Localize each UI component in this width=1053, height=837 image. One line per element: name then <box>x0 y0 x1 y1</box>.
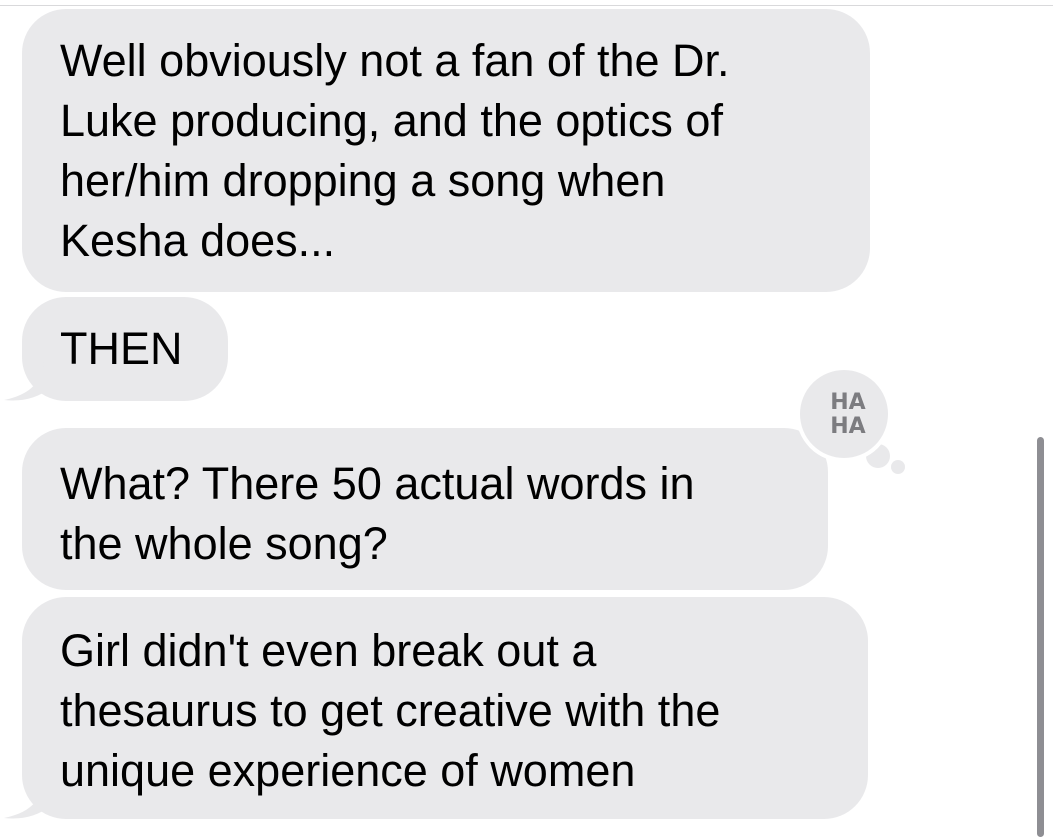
message-bubble[interactable]: Girl didn't even break out a thesaurus t… <box>22 597 868 819</box>
haha-icon: HA HA <box>796 366 892 462</box>
tapback-tail-dot <box>891 460 905 474</box>
scrollbar[interactable] <box>1037 437 1044 837</box>
message-thread[interactable]: Well obviously not a fan of the Dr. Luke… <box>0 0 1053 837</box>
message-bubble[interactable]: THEN <box>22 297 228 401</box>
message-bubble[interactable]: Well obviously not a fan of the Dr. Luke… <box>22 9 870 292</box>
haha-tapback[interactable]: HA HA <box>796 366 892 462</box>
message-bubble[interactable]: What? There 50 actual words in the whole… <box>22 428 828 590</box>
haha-label: HA HA <box>800 391 896 439</box>
haha-line-1: HA <box>830 390 866 415</box>
header-divider <box>0 0 1053 6</box>
haha-line-2: HA <box>830 414 866 439</box>
